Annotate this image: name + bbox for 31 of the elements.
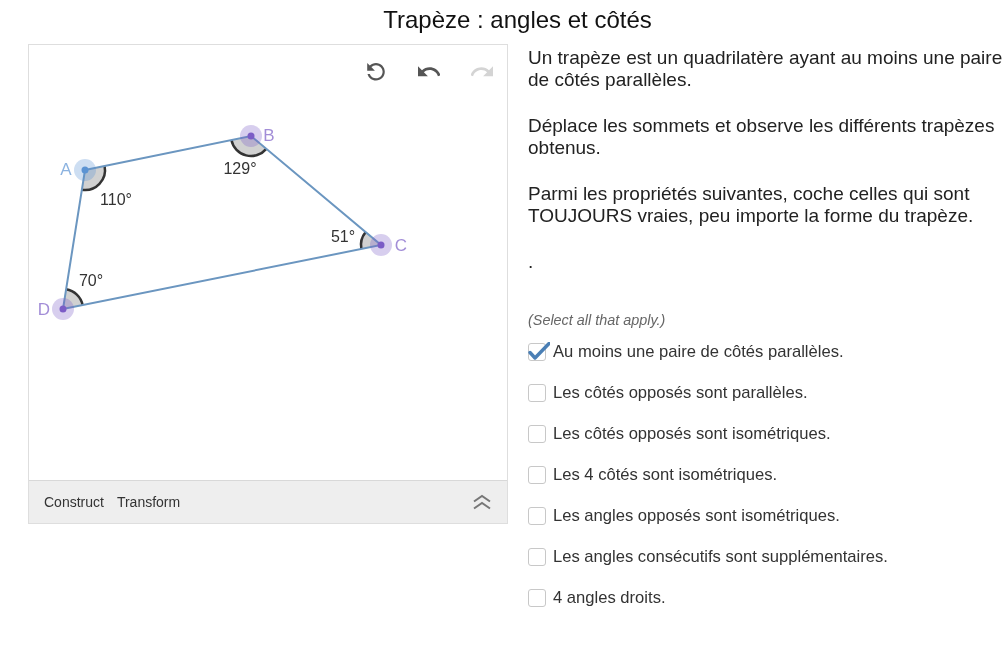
select-hint: (Select all that apply.) [528,312,667,329]
double-chevron-up-icon[interactable] [473,494,491,510]
page-title: Trapèze : angles et côtés [382,5,653,35]
vertex-label: A [60,159,72,179]
option-label: Les angles opposés sont isométriques. [553,505,840,526]
option-label: Au moins une paire de côtés parallèles. [553,341,844,362]
instruction-text: Parmi les propriétés suivantes, coche celles qui sont TOUJOURS vraies, peu importe la forme du trapèze. [528,183,975,227]
vertex-label: B [263,125,275,145]
vertex-handle[interactable] [52,298,74,320]
vertex-handle[interactable] [74,159,96,181]
instruction-text: Déplace les sommets et observe les différents trapèzes obtenus. [528,115,996,159]
option-label: Les côtés opposés sont isométriques. [553,423,831,444]
option-label: Les côtés opposés sont parallèles. [553,382,808,403]
menu-tab[interactable]: Transform [116,494,181,510]
instruction-text: Un trapèze est un quadrilatère ayant au moins une paire de côtés parallèles. [528,47,1004,91]
vertex-handle[interactable] [370,234,392,256]
angle-label: 70° [78,271,104,289]
angle-label: 129° [223,159,257,177]
angle-label: 51° [330,227,356,245]
menu-tab[interactable]: Construct [44,494,104,510]
option-label: Les angles consécutifs sont supplémentaires. [553,546,888,567]
option-label: 4 angles droits. [553,587,666,608]
instruction-text: . [528,251,535,273]
reset-icon[interactable] [365,61,387,83]
checkbox[interactable] [528,341,550,362]
angle-arc-icon [63,288,84,309]
angle-label: 110° [100,190,132,208]
option-label: Les 4 côtés sont isométriques. [553,464,778,485]
vertex-label: C [394,235,408,255]
vertex-label: D [37,299,51,319]
vertex-handle[interactable] [240,125,262,147]
